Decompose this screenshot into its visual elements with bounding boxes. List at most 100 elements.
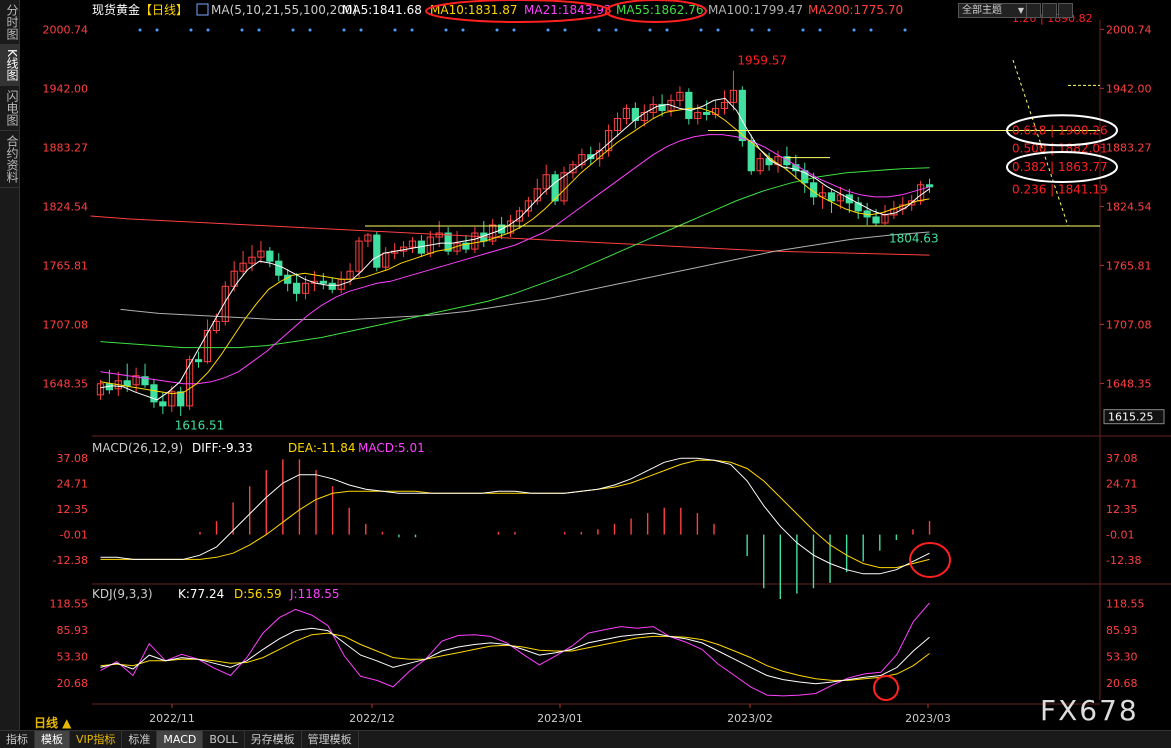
candle bbox=[249, 245, 255, 271]
close-window-button[interactable] bbox=[1058, 3, 1073, 18]
kdj-legend-item: D:56.59 bbox=[234, 587, 282, 601]
kdj-legend-item: J:118.55 bbox=[289, 587, 340, 601]
kdj-y-tick-left: 53.30 bbox=[57, 651, 89, 664]
candle bbox=[632, 102, 638, 128]
sidebar-item-kline[interactable]: K线图 bbox=[0, 45, 19, 86]
y-tick-label-left: 1707.08 bbox=[43, 318, 89, 331]
candle bbox=[195, 352, 201, 368]
y-tick-label-right: 1765.81 bbox=[1106, 259, 1152, 272]
signal-dot bbox=[462, 29, 465, 32]
candle-body bbox=[124, 381, 130, 386]
sidebar: 分时图 K线图 闪电图 合约资料 bbox=[0, 0, 20, 730]
candle-body bbox=[828, 193, 834, 201]
macd-y-tick-right: -0.01 bbox=[1106, 529, 1134, 542]
candle bbox=[383, 247, 389, 271]
candle-body bbox=[320, 281, 326, 283]
candle bbox=[918, 181, 924, 205]
signal-dot bbox=[547, 29, 550, 32]
chevron-down-icon: ▼ bbox=[1018, 4, 1024, 17]
y-tick-label-right: 2000.74 bbox=[1106, 23, 1152, 36]
candle-body bbox=[374, 235, 380, 267]
chart-area[interactable]: 现货黄金 【日线】 MA(5,10,21,55,100,200) MA5:184… bbox=[20, 0, 1171, 730]
theme-dropdown-label: 全部主题 bbox=[962, 5, 1002, 16]
candle bbox=[686, 88, 692, 124]
macd-y-tick-left: 24.71 bbox=[57, 478, 89, 491]
kdj-j-line bbox=[101, 603, 930, 696]
signal-dot bbox=[666, 29, 669, 32]
candle bbox=[597, 143, 603, 167]
signal-dot bbox=[598, 29, 601, 32]
diff-line bbox=[101, 458, 930, 574]
bottom-tab-2[interactable]: VIP指标 bbox=[70, 731, 122, 748]
y-tick-label-left: 1883.27 bbox=[43, 141, 89, 154]
sidebar-item-timeshare[interactable]: 分时图 bbox=[0, 0, 19, 45]
macd-y-tick-left: 12.35 bbox=[57, 503, 89, 516]
candle bbox=[204, 319, 210, 363]
signal-dot bbox=[139, 29, 142, 32]
candle bbox=[293, 273, 299, 301]
candle-body bbox=[160, 402, 166, 406]
candle bbox=[445, 227, 451, 255]
current-price-label: 1615.25 bbox=[1108, 411, 1154, 424]
ma-title: MA(5,10,21,55,100,200) bbox=[211, 3, 357, 17]
signal-dot bbox=[615, 29, 618, 32]
candle bbox=[552, 171, 558, 205]
signal-dot bbox=[751, 29, 754, 32]
signal-dot bbox=[411, 29, 414, 32]
candle-body bbox=[748, 141, 754, 171]
candle bbox=[365, 233, 371, 247]
period-selector[interactable]: 日线 ▲ bbox=[34, 714, 71, 731]
y-tick-label-right: 1942.00 bbox=[1106, 82, 1152, 95]
recent-low-annotation: 1804.63 bbox=[889, 231, 939, 245]
kdj-y-tick-right: 85.93 bbox=[1106, 624, 1138, 637]
ma100-line bbox=[121, 232, 930, 320]
bottom-tab-1[interactable]: 模板 bbox=[35, 731, 70, 748]
signal-dot bbox=[445, 29, 448, 32]
kdj-pane: KDJ(9,3,3)K:77.24D:56.59J:118.55118.5511… bbox=[50, 587, 1145, 700]
bottom-tab-4[interactable]: MACD bbox=[157, 731, 203, 748]
macd-legend-item: MACD(26,12,9) bbox=[92, 441, 183, 455]
chart-type-icon[interactable] bbox=[197, 4, 208, 15]
signal-dot bbox=[360, 29, 363, 32]
macd-y-tick-right: 24.71 bbox=[1106, 478, 1138, 491]
bottom-tab-7[interactable]: 管理模板 bbox=[302, 731, 359, 748]
macd-y-tick-right: -12.38 bbox=[1106, 554, 1141, 567]
candle bbox=[160, 392, 166, 414]
fib-level-label: 0.618 | 1900.26 bbox=[1012, 123, 1108, 137]
period-tag: 【日线】 bbox=[140, 3, 188, 17]
sidebar-item-flash[interactable]: 闪电图 bbox=[0, 86, 19, 131]
signal-dot bbox=[190, 29, 193, 32]
signal-dot bbox=[156, 29, 159, 32]
y-tick-label-left: 1765.81 bbox=[43, 259, 89, 272]
high-annotation: 1959.57 bbox=[737, 54, 787, 68]
bottom-tab-3[interactable]: 标准 bbox=[122, 731, 157, 748]
bottom-tab-5[interactable]: BOLL bbox=[203, 731, 244, 748]
kdj-y-tick-left: 85.93 bbox=[57, 624, 89, 637]
signal-dot bbox=[819, 29, 822, 32]
restore-window-button[interactable] bbox=[1026, 3, 1041, 18]
macd-y-tick-left: -0.01 bbox=[60, 529, 88, 542]
candle bbox=[409, 237, 415, 253]
signal-dot bbox=[649, 29, 652, 32]
fib-level-label: 0.236 | 1841.19 bbox=[1012, 183, 1108, 197]
ma-legend-value: MA100:1799.47 bbox=[708, 3, 803, 17]
y-tick-label-right: 1648.35 bbox=[1106, 377, 1152, 390]
signal-dot bbox=[870, 29, 873, 32]
candle bbox=[169, 386, 175, 412]
candle-body bbox=[276, 261, 282, 275]
sidebar-item-contract-info[interactable]: 合约资料 bbox=[0, 131, 19, 188]
signal-dot bbox=[700, 29, 703, 32]
header-legend: 现货黄金 【日线】 MA(5,10,21,55,100,200) bbox=[92, 2, 357, 17]
theme-dropdown[interactable]: 全部主题 ▼ bbox=[958, 3, 1027, 18]
x-tick-label: 2023/03 bbox=[905, 712, 951, 725]
kdj-y-tick-right: 53.30 bbox=[1106, 651, 1138, 664]
bottom-tab-6[interactable]: 另存模板 bbox=[245, 731, 302, 748]
candle bbox=[258, 241, 264, 263]
signal-dot bbox=[513, 29, 516, 32]
signal-dot bbox=[717, 29, 720, 32]
candle-body bbox=[195, 360, 201, 362]
signal-dot bbox=[768, 29, 771, 32]
signal-dot bbox=[258, 29, 261, 32]
maximize-window-button[interactable] bbox=[1042, 3, 1057, 18]
bottom-tab-0[interactable]: 指标 bbox=[0, 731, 35, 748]
